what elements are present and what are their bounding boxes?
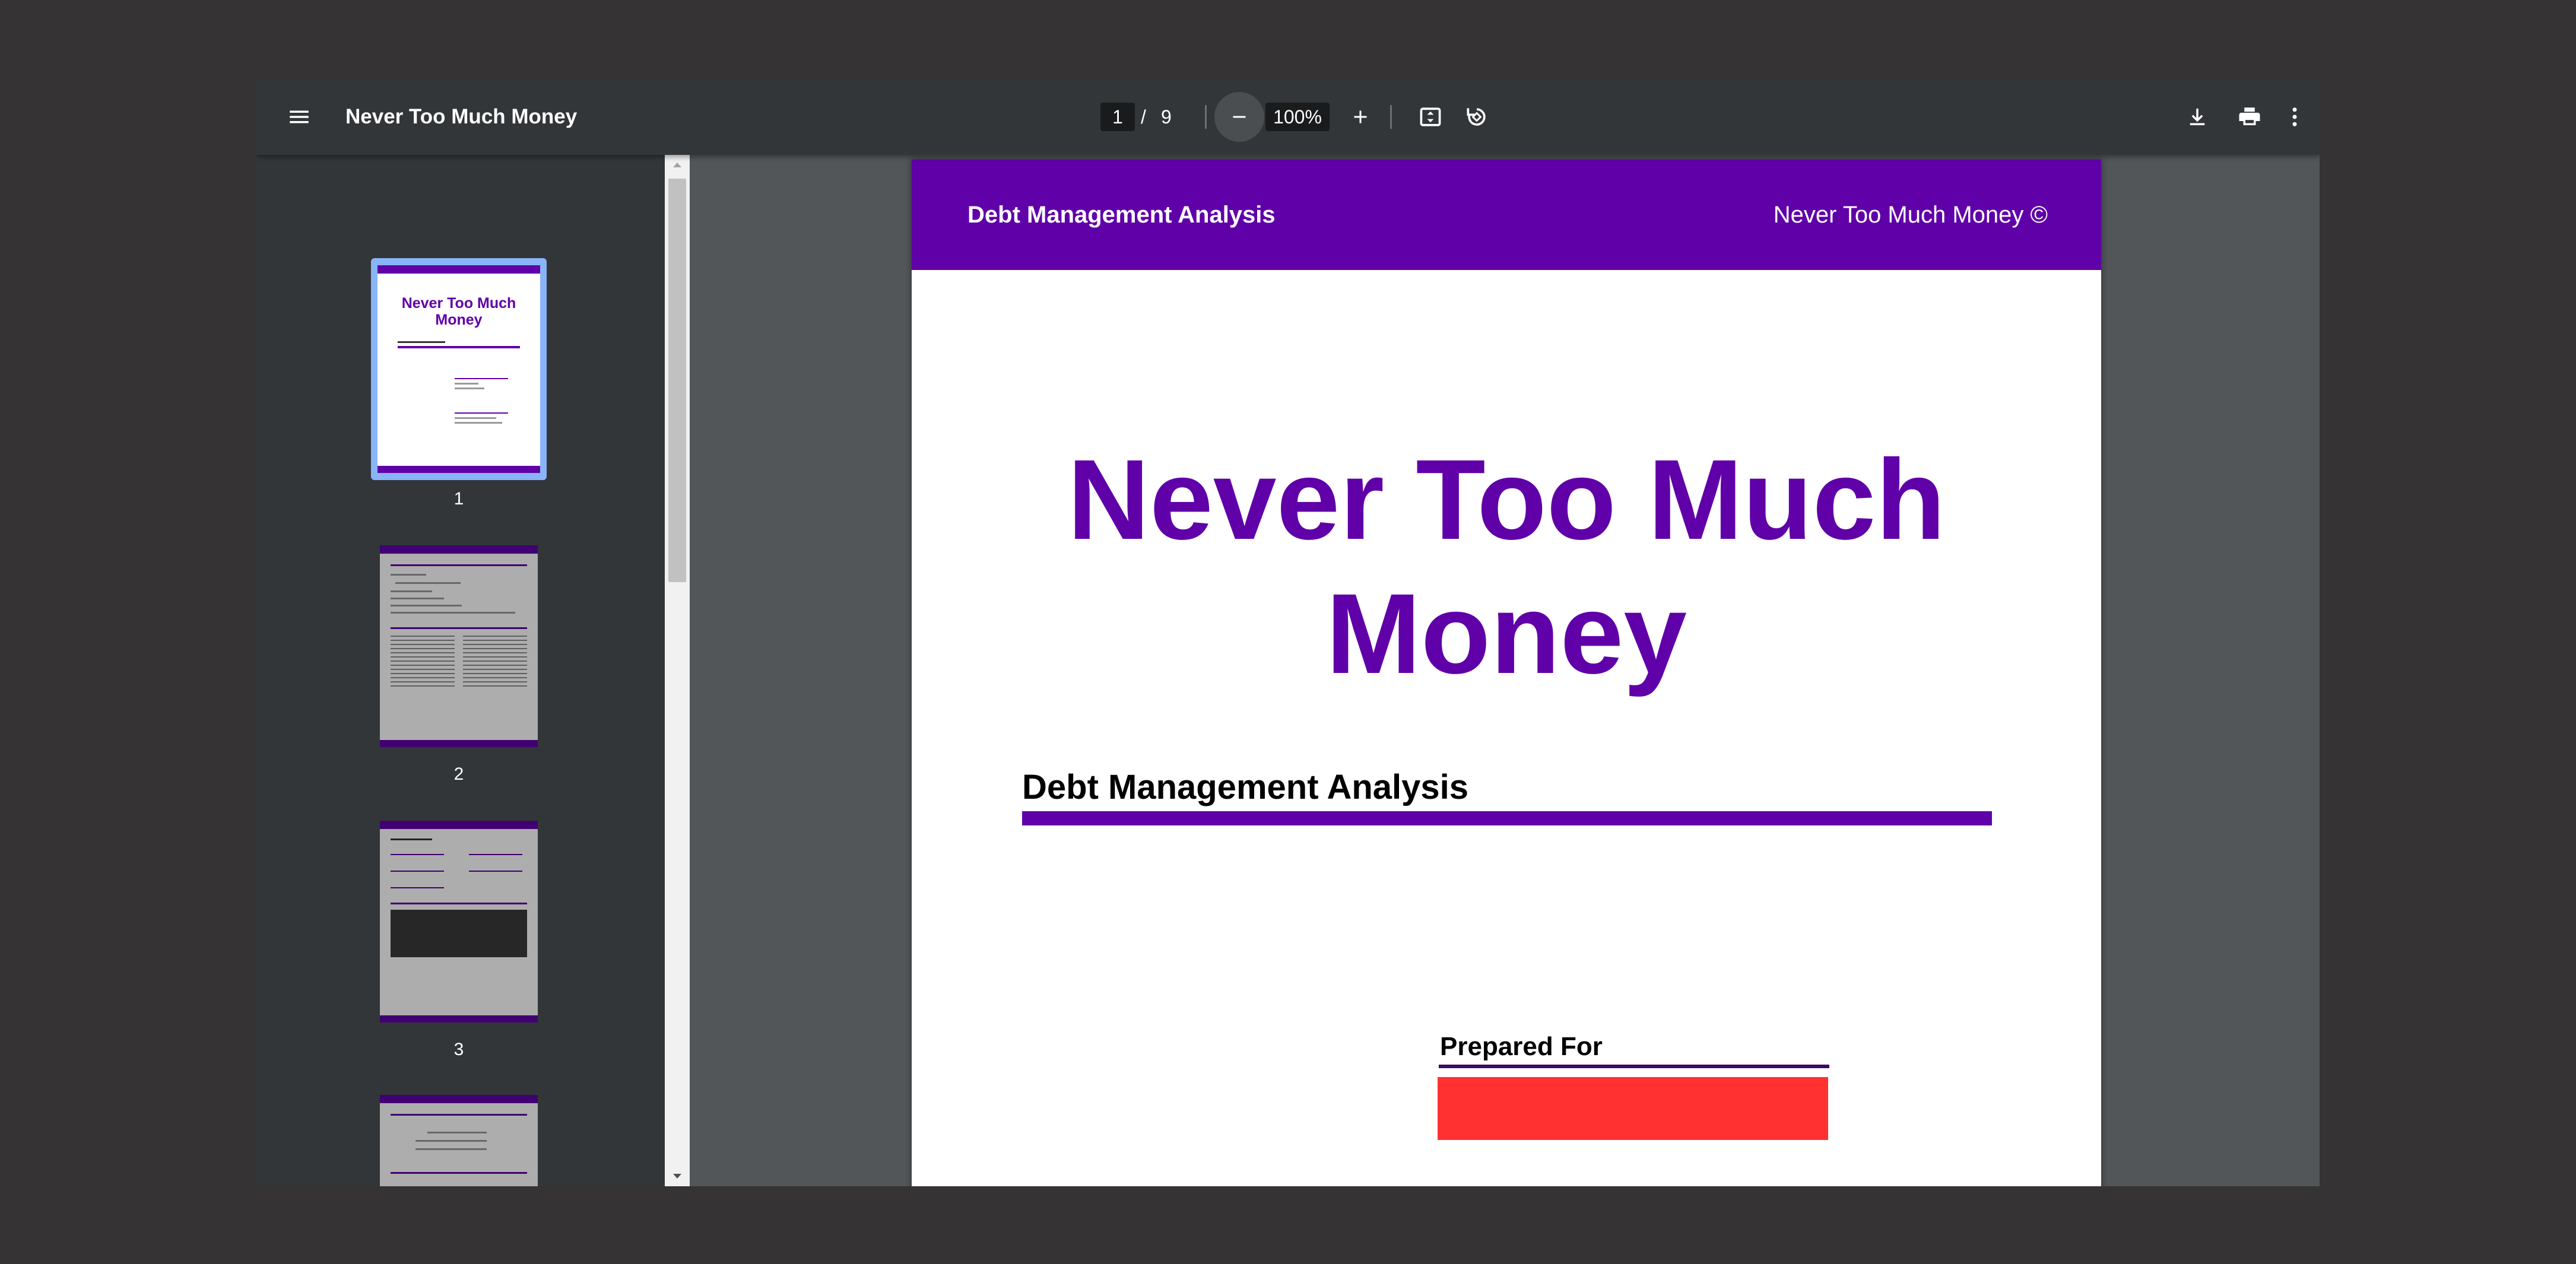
document-page: Debt Management Analysis Never Too Much …	[912, 160, 2101, 1186]
page-header-left: Debt Management Analysis	[967, 202, 1276, 228]
document-main-title: Never Too Much Money	[1067, 436, 1946, 697]
minus-icon	[1233, 116, 1246, 118]
rotate-icon	[1467, 108, 1486, 126]
scrollbar-thumb[interactable]	[668, 179, 686, 582]
page-thumbnail-1[interactable]: Never Too Much Money	[377, 265, 540, 473]
prepared-for-divider	[1439, 1065, 1829, 1068]
toolbar-divider	[1205, 105, 1207, 129]
page-header-right: Never Too Much Money ©	[1773, 202, 2048, 228]
page-thumbnail-4[interactable]	[380, 1095, 538, 1186]
print-icon	[2239, 107, 2260, 125]
thumbnail-page-number: 3	[453, 1040, 464, 1059]
viewer-toolbar: Never Too Much Money 1 / 9 100%	[256, 79, 2320, 155]
zoom-in-button[interactable]	[1343, 99, 1378, 135]
fit-to-page-button[interactable]	[1413, 99, 1448, 135]
more-actions-button[interactable]	[2277, 99, 2312, 135]
thumbnail-sidebar: Never Too Much Money 1 2 3	[256, 155, 665, 1186]
print-button[interactable]	[2232, 99, 2267, 135]
prepared-for-label: Prepared For	[1440, 1032, 1603, 1061]
redacted-recipient-block	[1438, 1077, 1828, 1140]
scroll-down-arrow-icon[interactable]	[665, 1166, 690, 1186]
pdf-viewer: Never Too Much Money 1 / 9 100% Never To…	[256, 79, 2320, 1186]
sidebar-scrollbar[interactable]	[665, 155, 690, 1186]
document-title: Never Too Much Money	[345, 105, 578, 128]
thumbnail-title: Never Too Much Money	[401, 295, 516, 328]
page-thumbnail-3[interactable]	[380, 821, 538, 1022]
more-vertical-icon	[2292, 107, 2297, 126]
rotate-button[interactable]	[1459, 99, 1495, 135]
thumbnail-page-number: 1	[453, 489, 464, 509]
zoom-out-button[interactable]	[1214, 92, 1264, 142]
scroll-up-arrow-icon[interactable]	[665, 155, 690, 175]
toolbar-divider	[1390, 105, 1392, 129]
page-thumbnail-2[interactable]	[380, 545, 538, 747]
page-number-input[interactable]: 1	[1100, 103, 1135, 131]
menu-icon[interactable]	[281, 99, 317, 135]
page-total: 9	[1161, 106, 1172, 128]
section-title: Debt Management Analysis	[1022, 768, 1469, 806]
page-header-band: Debt Management Analysis Never Too Much …	[912, 160, 2101, 270]
page-separator: /	[1141, 106, 1146, 128]
thumbnail-page-number: 2	[453, 764, 464, 784]
fit-to-page-icon	[1420, 107, 1441, 126]
download-icon	[2190, 109, 2205, 125]
section-divider	[1022, 811, 1992, 825]
plus-icon	[1354, 110, 1367, 123]
download-button[interactable]	[2180, 99, 2215, 135]
zoom-level-input[interactable]: 100%	[1265, 103, 1330, 131]
